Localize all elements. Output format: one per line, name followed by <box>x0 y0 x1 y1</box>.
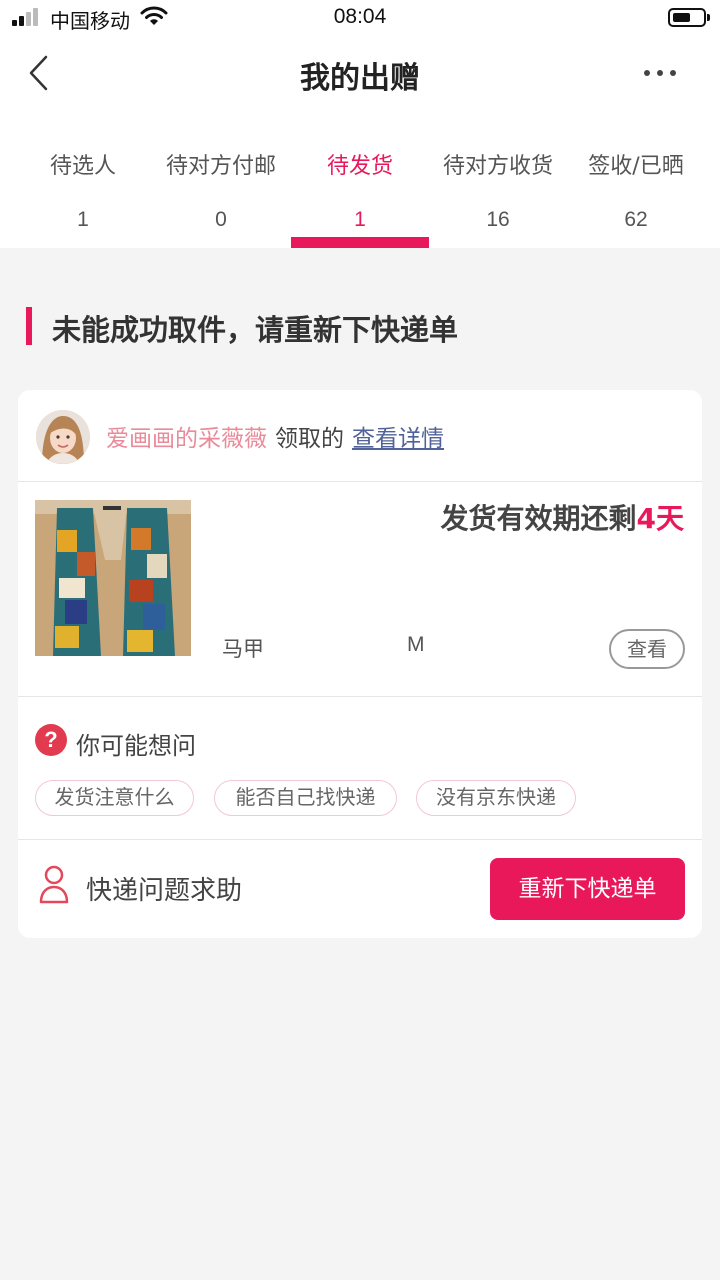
product-name: 马甲 <box>222 637 264 661</box>
tab-pending-postage[interactable]: 待对方付邮 0 <box>152 140 290 248</box>
deadline-days: 4天 <box>636 502 684 535</box>
vest-photo <box>35 500 191 656</box>
deadline-prefix: 发货有效期还剩 <box>440 502 637 535</box>
shipping-help-link[interactable]: 快递问题求助 <box>86 870 242 907</box>
more-dots-icon[interactable] <box>644 70 678 78</box>
status-tabs: 待选人 1 待对方付邮 0 待发货 1 待对方收货 16 签收/已晒 62 <box>0 140 720 248</box>
tab-received[interactable]: 签收/已晒 62 <box>567 140 705 248</box>
faq-chip[interactable]: 没有京东快递 <box>416 780 576 816</box>
tab-count: 0 <box>215 208 227 231</box>
divider <box>18 481 702 482</box>
section-accent-bar <box>26 307 32 345</box>
view-details-link[interactable]: 查看详情 <box>352 426 444 452</box>
tab-pending-receipt[interactable]: 待对方收货 16 <box>429 140 567 248</box>
status-time: 08:04 <box>333 5 387 28</box>
tab-label: 待选人 <box>49 154 116 179</box>
faq-chip[interactable]: 能否自己找快递 <box>214 780 397 816</box>
shipping-deadline: 发货有效期还剩4天 <box>441 497 685 537</box>
person-icon <box>39 865 69 904</box>
battery-icon <box>668 8 710 27</box>
section-title: 未能成功取件，请重新下快递单 <box>52 313 459 347</box>
question-circle-icon: ? <box>35 724 67 756</box>
tab-count: 1 <box>77 208 89 231</box>
divider <box>18 696 702 697</box>
faq-title: 你可能想问 <box>76 732 196 760</box>
tab-count: 62 <box>624 208 648 231</box>
avatar[interactable] <box>36 410 90 464</box>
nav-bar: 我的出赠 <box>0 40 720 106</box>
avatar-image <box>36 410 90 464</box>
reorder-shipping-button[interactable]: 重新下快递单 <box>490 858 685 920</box>
receiver-line: 爱画画的采薇薇 领取的 查看详情 <box>106 419 444 453</box>
active-tab-indicator <box>291 237 429 248</box>
product-size: M <box>407 633 425 656</box>
tab-pending-shipment[interactable]: 待发货 1 <box>291 140 429 248</box>
tab-count: 16 <box>486 208 510 231</box>
receiver-name[interactable]: 爱画画的采薇薇 <box>106 426 267 452</box>
tab-label: 待对方收货 <box>442 154 553 179</box>
tab-label: 签收/已晒 <box>588 154 684 179</box>
product-image[interactable] <box>35 500 191 656</box>
receiver-suffix: 领取的 <box>275 426 344 452</box>
tab-count: 1 <box>354 208 366 231</box>
tab-label: 待对方付邮 <box>165 154 276 179</box>
page-title: 我的出赠 <box>300 61 420 96</box>
order-card: 爱画画的采薇薇 领取的 查看详情 发货有效期还剩4天 马甲 M 查看 ? 你可能想问… <box>18 390 702 938</box>
view-button[interactable]: 查看 <box>609 629 685 669</box>
status-bar: 中国移动 08:04 <box>0 0 720 36</box>
tab-pending-select[interactable]: 待选人 1 <box>14 140 152 248</box>
divider <box>18 839 702 840</box>
faq-chip[interactable]: 发货注意什么 <box>35 780 194 816</box>
tab-label: 待发货 <box>326 154 393 179</box>
